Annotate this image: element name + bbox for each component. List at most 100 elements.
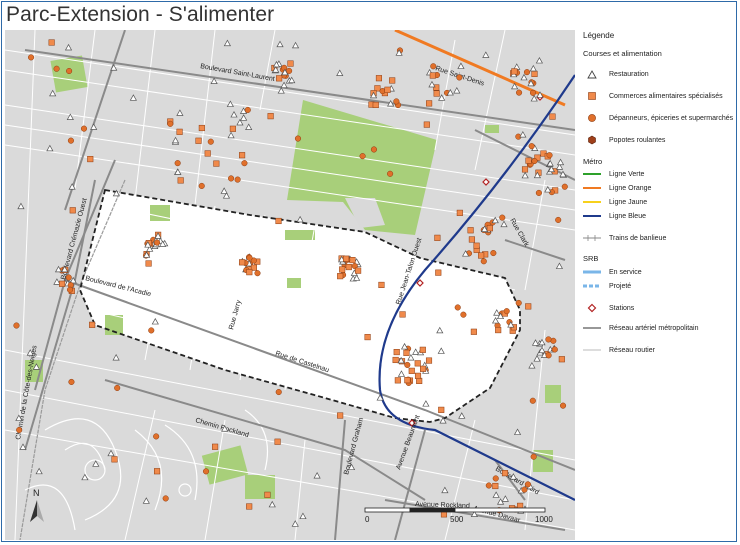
grocery-marker[interactable] bbox=[404, 361, 411, 368]
food-store-marker[interactable] bbox=[212, 443, 219, 450]
food-store-marker[interactable] bbox=[111, 456, 118, 463]
food-store-marker[interactable] bbox=[511, 68, 518, 75]
grocery-marker[interactable] bbox=[551, 346, 558, 353]
food-store-marker[interactable] bbox=[154, 468, 161, 475]
grocery-marker[interactable] bbox=[294, 135, 302, 142]
food-store-marker[interactable] bbox=[204, 150, 211, 157]
food-store-marker[interactable] bbox=[364, 334, 371, 341]
food-store-marker[interactable] bbox=[176, 128, 183, 135]
food-store-marker[interactable] bbox=[389, 77, 396, 84]
food-store-marker[interactable] bbox=[549, 113, 556, 120]
grocery-marker[interactable] bbox=[490, 250, 497, 257]
grocery-marker[interactable] bbox=[555, 216, 562, 223]
food-store-marker[interactable] bbox=[408, 367, 415, 374]
grocery-marker[interactable] bbox=[456, 74, 463, 81]
food-store-marker[interactable] bbox=[239, 152, 246, 159]
grocery-marker[interactable] bbox=[530, 453, 537, 460]
food-store-marker[interactable] bbox=[198, 124, 205, 132]
food-store-marker[interactable] bbox=[372, 101, 379, 108]
food-store-marker[interactable] bbox=[355, 267, 362, 274]
grocery-marker[interactable] bbox=[241, 160, 248, 167]
grocery-marker[interactable] bbox=[545, 352, 552, 359]
food-store-marker[interactable] bbox=[399, 311, 406, 318]
food-store-marker[interactable] bbox=[501, 470, 509, 477]
grocery-marker[interactable] bbox=[528, 143, 535, 150]
grocery-marker[interactable] bbox=[13, 322, 20, 329]
food-store-marker[interactable] bbox=[403, 349, 410, 356]
grocery-marker[interactable] bbox=[254, 270, 261, 277]
grocery-marker[interactable] bbox=[28, 54, 35, 61]
food-store-marker[interactable] bbox=[392, 356, 399, 364]
food-store-marker[interactable] bbox=[429, 72, 436, 79]
food-store-marker[interactable] bbox=[473, 242, 480, 249]
grocery-marker[interactable] bbox=[65, 274, 72, 281]
grocery-marker[interactable] bbox=[174, 160, 181, 167]
food-store-marker[interactable] bbox=[468, 236, 475, 243]
food-store-marker[interactable] bbox=[59, 280, 66, 287]
food-store-marker[interactable] bbox=[48, 39, 55, 46]
food-store-marker[interactable] bbox=[470, 328, 477, 335]
food-store-marker[interactable] bbox=[404, 377, 411, 384]
grocery-marker[interactable] bbox=[228, 175, 235, 182]
grocery-marker[interactable] bbox=[202, 468, 210, 475]
grocery-marker[interactable] bbox=[492, 475, 499, 482]
grocery-marker[interactable] bbox=[561, 183, 568, 190]
food-store-marker[interactable] bbox=[419, 346, 426, 353]
grocery-marker[interactable] bbox=[370, 146, 378, 153]
grocery-marker[interactable] bbox=[430, 63, 437, 70]
grocery-marker[interactable] bbox=[167, 120, 174, 127]
grocery-marker[interactable] bbox=[529, 89, 537, 96]
food-store-marker[interactable] bbox=[558, 356, 565, 363]
food-store-marker[interactable] bbox=[478, 252, 485, 259]
grocery-marker[interactable] bbox=[524, 481, 531, 488]
grocery-marker[interactable] bbox=[535, 189, 542, 196]
food-store-marker[interactable] bbox=[276, 75, 283, 82]
grocery-marker[interactable] bbox=[531, 157, 538, 165]
grocery-marker[interactable] bbox=[515, 299, 522, 307]
food-store-marker[interactable] bbox=[525, 157, 532, 164]
grocery-marker[interactable] bbox=[16, 426, 23, 434]
grocery-marker[interactable] bbox=[546, 152, 553, 159]
food-store-marker[interactable] bbox=[393, 349, 400, 356]
grocery-marker[interactable] bbox=[80, 125, 88, 132]
food-store-marker[interactable] bbox=[492, 482, 499, 490]
grocery-marker[interactable] bbox=[516, 89, 523, 96]
food-store-marker[interactable] bbox=[246, 269, 253, 276]
food-store-marker[interactable] bbox=[89, 321, 96, 328]
map-canvas[interactable]: Boulevard Saint-Laurent Rue Saint-Denis … bbox=[5, 30, 575, 540]
grocery-marker[interactable] bbox=[244, 106, 251, 114]
grocery-marker[interactable] bbox=[114, 384, 121, 392]
grocery-marker[interactable] bbox=[67, 137, 74, 144]
food-store-marker[interactable] bbox=[69, 207, 76, 214]
grocery-marker[interactable] bbox=[66, 67, 73, 75]
food-store-marker[interactable] bbox=[438, 406, 445, 413]
food-store-marker[interactable] bbox=[435, 269, 442, 276]
grocery-marker[interactable] bbox=[454, 304, 461, 311]
food-store-marker[interactable] bbox=[433, 90, 440, 97]
food-store-marker[interactable] bbox=[229, 125, 236, 132]
food-store-marker[interactable] bbox=[375, 75, 382, 82]
grocery-marker[interactable] bbox=[521, 486, 528, 493]
food-store-marker[interactable] bbox=[339, 266, 346, 273]
grocery-marker[interactable] bbox=[460, 311, 467, 318]
food-store-marker[interactable] bbox=[456, 209, 463, 216]
food-store-marker[interactable] bbox=[87, 156, 94, 163]
grocery-marker[interactable] bbox=[198, 182, 205, 189]
grocery-marker[interactable] bbox=[162, 495, 169, 502]
grocery-marker[interactable] bbox=[393, 98, 400, 105]
food-store-marker[interactable] bbox=[384, 86, 391, 93]
grocery-marker[interactable] bbox=[153, 433, 160, 440]
food-store-marker[interactable] bbox=[467, 227, 474, 234]
grocery-marker[interactable] bbox=[359, 153, 366, 160]
food-store-marker[interactable] bbox=[337, 412, 344, 419]
grocery-marker[interactable] bbox=[523, 69, 531, 76]
food-store-marker[interactable] bbox=[145, 260, 152, 267]
food-store-marker[interactable] bbox=[423, 121, 430, 128]
grocery-marker[interactable] bbox=[154, 239, 161, 246]
food-store-marker[interactable] bbox=[419, 365, 427, 372]
food-store-marker[interactable] bbox=[195, 137, 202, 144]
food-store-marker[interactable] bbox=[414, 360, 421, 367]
food-store-marker[interactable] bbox=[343, 255, 350, 262]
food-store-marker[interactable] bbox=[349, 257, 356, 264]
grocery-marker[interactable] bbox=[480, 258, 487, 265]
